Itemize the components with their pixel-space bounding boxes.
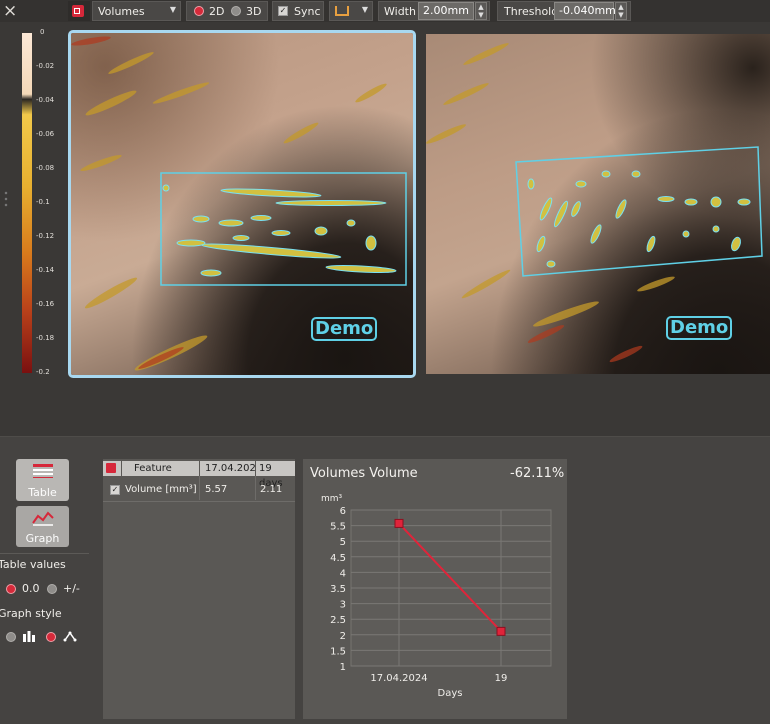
table-header-feature[interactable]: Feature bbox=[122, 461, 199, 476]
label-2d: 2D bbox=[209, 5, 225, 18]
line-chart-icon bbox=[32, 511, 54, 526]
y-tick-label: 2 bbox=[340, 631, 346, 642]
table-row-divider bbox=[103, 501, 295, 502]
width-label: Width bbox=[384, 5, 416, 18]
threshold-label: Threshold bbox=[504, 5, 559, 18]
colorbar-panel bbox=[0, 22, 68, 378]
radio-3d[interactable] bbox=[231, 6, 241, 16]
value-option-absolute-label: 0.0 bbox=[22, 582, 40, 595]
volumes-icon bbox=[106, 463, 116, 473]
sync-checkbox[interactable]: ✓ bbox=[278, 6, 288, 16]
value-option-absolute-radio[interactable] bbox=[6, 584, 16, 594]
graph-style-line-radio[interactable] bbox=[46, 632, 56, 642]
table-column-divider bbox=[199, 476, 200, 500]
profile-select[interactable]: ▼ bbox=[329, 1, 373, 21]
y-tick-label: 3.5 bbox=[330, 584, 346, 595]
colorbar-tick-label: -0.14 bbox=[36, 266, 55, 274]
graph-button-label: Graph bbox=[25, 532, 60, 545]
data-point bbox=[394, 518, 404, 528]
volumes-icon[interactable] bbox=[68, 1, 90, 21]
table-values-label: Table values bbox=[0, 558, 66, 571]
colorbar bbox=[22, 33, 32, 373]
close-icon[interactable]: × bbox=[3, 1, 17, 21]
value-option-relative-radio[interactable] bbox=[47, 584, 57, 594]
threshold-input[interactable]: -0.040mm bbox=[554, 2, 616, 20]
y-axis-label: mm³ bbox=[321, 494, 343, 504]
table-button-label: Table bbox=[28, 486, 57, 499]
view-mode-group: 2D 3D bbox=[186, 1, 268, 21]
y-tick-label: 4 bbox=[340, 568, 346, 579]
colorbar-tick-label: -0.12 bbox=[36, 232, 55, 240]
table-cell-date-value: 5.57 bbox=[205, 484, 228, 495]
table-column-divider bbox=[255, 476, 256, 500]
colorbar-tick-label: -0.1 bbox=[36, 198, 50, 206]
toolbar: × Volumes ▼ 2D 3D ✓ Sync ▼ Width 2.00mm … bbox=[0, 0, 770, 22]
y-tick-label: 6 bbox=[340, 506, 346, 517]
radio-2d[interactable] bbox=[194, 6, 204, 16]
line-graph-icon bbox=[63, 631, 77, 642]
bar-chart-icon bbox=[23, 631, 35, 642]
table-header-icon-cell bbox=[103, 461, 121, 476]
table-header-date[interactable]: 17.04.2024 bbox=[200, 461, 262, 476]
sync-label: Sync bbox=[294, 5, 321, 18]
sync-toggle[interactable]: ✓ Sync bbox=[272, 1, 324, 21]
y-tick-label: 5 bbox=[340, 537, 346, 548]
data-point bbox=[496, 626, 506, 636]
colorbar-tick-label: -0.16 bbox=[36, 300, 55, 308]
colorbar-tick-label: -0.08 bbox=[36, 164, 55, 172]
y-tick-label: 2.5 bbox=[330, 615, 346, 626]
profile-shape-icon bbox=[335, 6, 349, 16]
width-stepper[interactable]: ▲ ▼ bbox=[475, 2, 487, 20]
y-tick-label: 5.5 bbox=[330, 522, 346, 533]
colorbar-tick-label: -0.18 bbox=[36, 334, 55, 342]
colorbar-tick-label: -0.04 bbox=[36, 96, 55, 104]
right-scan-view[interactable]: Demo bbox=[426, 34, 770, 374]
table-header-days[interactable]: 19 days bbox=[256, 461, 295, 489]
table-cell-days-value: 2.11 bbox=[260, 484, 283, 495]
colorbar-tick-label: -0.2 bbox=[36, 368, 50, 376]
graph-style-bar-radio[interactable] bbox=[6, 632, 16, 642]
chevron-down-icon: ▼ bbox=[361, 5, 368, 14]
panel-grip-icon[interactable] bbox=[4, 190, 8, 208]
mode-select[interactable]: Volumes ▼ bbox=[92, 1, 181, 21]
table-cell-feature: Volume [mm³] bbox=[125, 484, 197, 495]
volume-row-checkbox[interactable]: ✓ bbox=[110, 485, 120, 495]
x-axis-label: Days bbox=[438, 688, 463, 699]
side-divider bbox=[0, 553, 89, 554]
value-option-relative-label: +/- bbox=[63, 582, 80, 595]
y-tick-label: 3 bbox=[340, 600, 346, 611]
label-3d: 3D bbox=[246, 5, 262, 18]
y-tick-label: 4.5 bbox=[330, 553, 346, 564]
viewer-bottom-area bbox=[0, 378, 770, 446]
colorbar-tick-label: -0.02 bbox=[36, 62, 55, 70]
volume-line-chart: 1 1.5 2 2.5 3 3.5 4 4.5 5 5.5 6 17.04.2024 19 mm³ Days bbox=[321, 494, 552, 699]
x-tick-label: 17.04.2024 bbox=[370, 673, 427, 684]
colorbar-tick-label: -0.06 bbox=[36, 130, 55, 138]
graph-view-button[interactable]: Graph bbox=[16, 506, 69, 547]
left-scan-view[interactable]: Demo bbox=[68, 30, 416, 378]
y-tick-label: 1.5 bbox=[330, 646, 346, 657]
chevron-down-icon: ▼ bbox=[169, 5, 176, 14]
graph-style-label: Graph style bbox=[0, 607, 62, 620]
threshold-stepper[interactable]: ▲ ▼ bbox=[615, 2, 627, 20]
colorbar-tick-label: 0 bbox=[40, 28, 45, 36]
demo-watermark: Demo bbox=[311, 317, 378, 341]
demo-watermark: Demo bbox=[666, 316, 733, 340]
table-icon bbox=[33, 464, 53, 478]
table-view-button[interactable]: Table bbox=[16, 459, 69, 501]
width-input[interactable]: 2.00mm bbox=[418, 2, 474, 20]
y-tick-label: 1 bbox=[340, 662, 346, 673]
mode-select-value: Volumes bbox=[98, 5, 145, 18]
x-tick-label: 19 bbox=[495, 673, 508, 684]
